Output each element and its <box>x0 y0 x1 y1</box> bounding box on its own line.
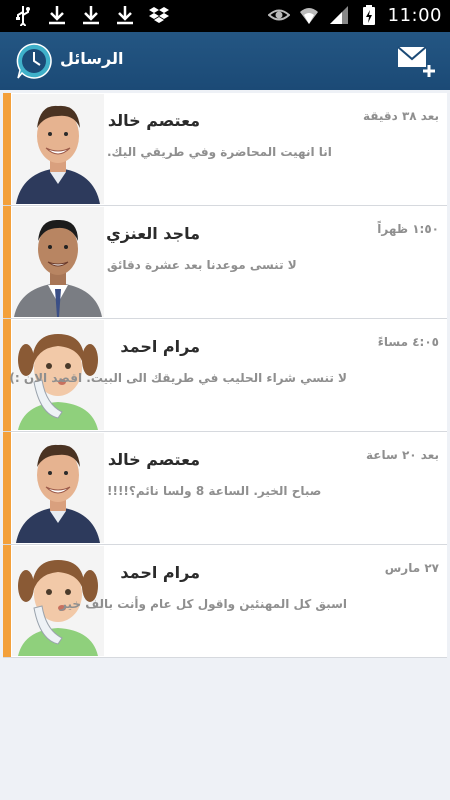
message-preview: اسبق كل المهنئين واقول كل عام وأنت بالف … <box>60 597 347 611</box>
dropbox-icon <box>149 7 169 23</box>
unread-accent-bar <box>3 432 11 544</box>
status-clock: 11:00 <box>387 4 442 26</box>
message-time: بعد ٢٠ ساعة <box>365 448 439 462</box>
unread-accent-bar <box>3 93 11 205</box>
message-preview: لا تنسى موعدنا بعد عشرة دقائق <box>107 258 297 272</box>
list-item[interactable]: معتصم خالد بعد ٣٨ دقيقة انا انهيت المحاض… <box>3 93 447 206</box>
battery-charging-icon <box>362 5 375 25</box>
compose-mail-icon[interactable] <box>396 43 436 79</box>
message-list: معتصم خالد بعد ٣٨ دقيقة انا انهيت المحاض… <box>3 93 447 658</box>
message-time: ٤:٠٥ مساءً <box>377 335 439 349</box>
sender-name: مرام احمد <box>120 563 200 582</box>
man-smiling-avatar <box>12 94 104 204</box>
sender-name: معتصم خالد <box>107 450 200 469</box>
status-bar: 11:00 <box>0 0 450 32</box>
message-preview: صباح الخير. الساعة 8 ولسا نائم؟!!!! <box>107 484 322 498</box>
sender-name: مرام احمد <box>120 337 200 356</box>
list-item[interactable]: معتصم خالد بعد ٢٠ ساعة صباح الخير. الساع… <box>3 432 447 545</box>
signal-icon <box>329 6 348 24</box>
message-time: ١:٥٠ ظهراً <box>377 222 439 236</box>
man-suit-avatar <box>12 207 104 317</box>
download-icon <box>117 6 133 25</box>
list-item[interactable]: مرام احمد ٤:٠٥ مساءً لا تنسي شراء الحليب… <box>3 319 447 432</box>
man-smiling-avatar <box>12 433 104 543</box>
wifi-icon <box>299 8 318 24</box>
list-item[interactable]: مرام احمد ٢٧ مارس اسبق كل المهنئين واقول… <box>3 545 447 658</box>
sender-name: معتصم خالد <box>107 111 200 130</box>
page-title: الرسائل <box>60 49 124 68</box>
message-preview: لا تنسي شراء الحليب في طريقك الى البيت. … <box>9 371 347 385</box>
list-item[interactable]: ماجد العنزي ١:٥٠ ظهراً لا تنسى موعدنا بع… <box>3 206 447 319</box>
app-bar: الرسائل <box>0 32 450 90</box>
message-time: بعد ٣٨ دقيقة <box>362 109 439 123</box>
usb-icon <box>16 6 30 26</box>
message-preview: انا انهيت المحاضرة وفي طريقي اليك. <box>107 145 332 159</box>
eye-icon <box>267 9 290 21</box>
message-time: ٢٧ مارس <box>384 561 439 575</box>
unread-accent-bar <box>3 206 11 318</box>
clock-chat-icon <box>16 43 52 79</box>
sender-name: ماجد العنزي <box>106 224 200 243</box>
unread-accent-bar <box>3 545 11 657</box>
download-icon <box>83 6 99 25</box>
download-icon <box>49 6 65 25</box>
